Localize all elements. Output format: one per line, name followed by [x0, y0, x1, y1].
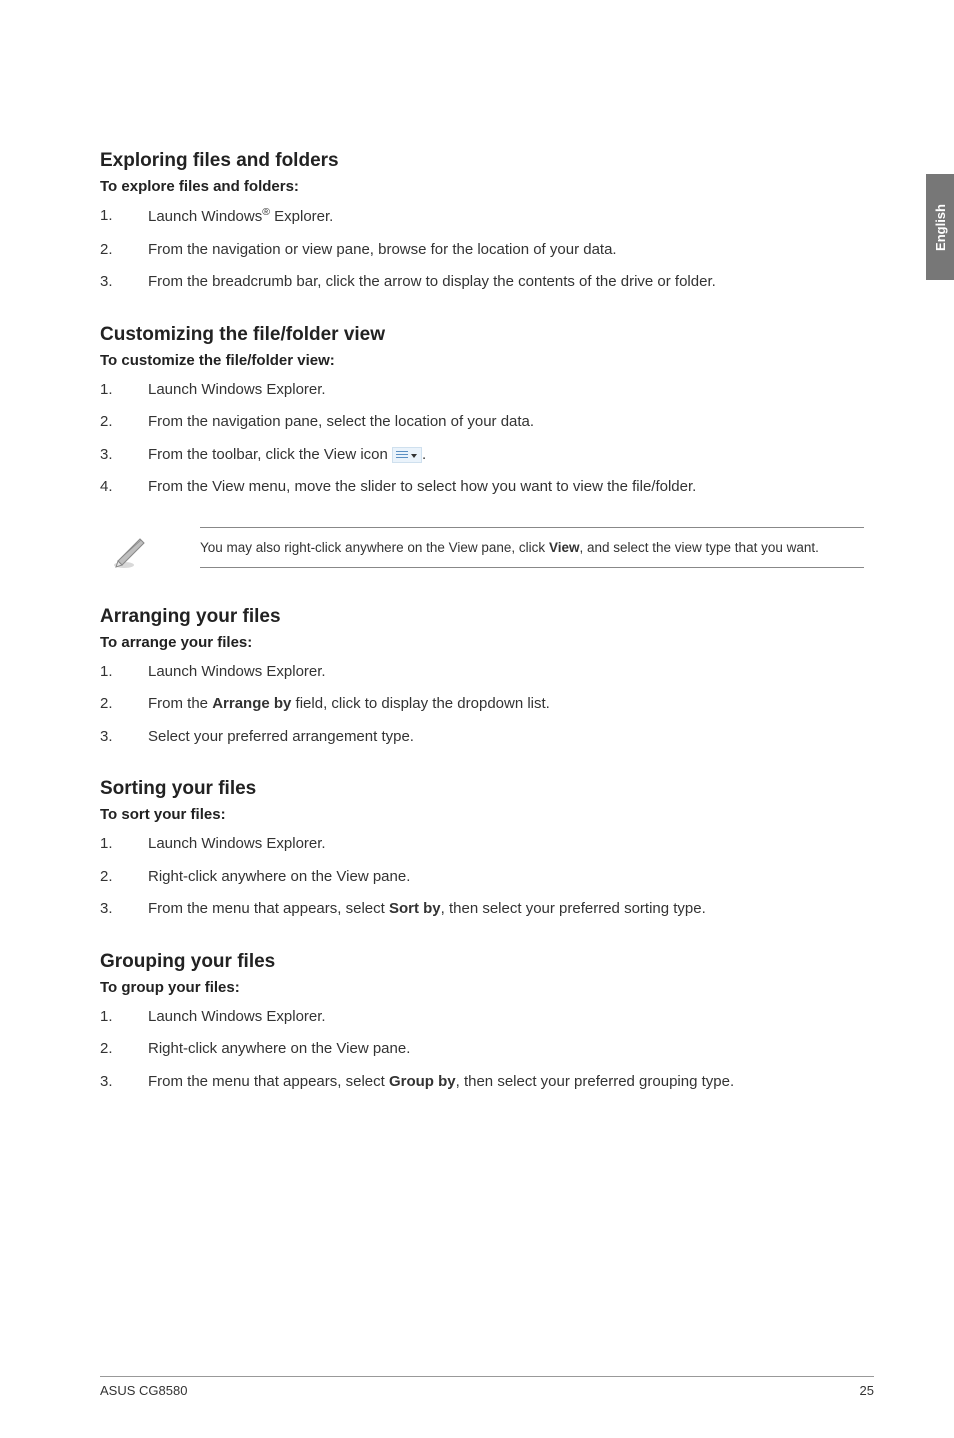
- section-heading-sorting: Sorting your files: [100, 778, 874, 800]
- step-item: 1. Launch Windows Explorer.: [100, 1006, 874, 1029]
- language-sidetab: English: [926, 174, 954, 280]
- section-subhead-arranging: To arrange your files:: [100, 634, 874, 651]
- step-number: 1.: [100, 661, 113, 684]
- step-text: Launch Windows® Explorer.: [148, 208, 333, 225]
- section-subhead-exploring: To explore files and folders:: [100, 178, 874, 195]
- step-item: 2. From the navigation pane, select the l…: [100, 411, 874, 434]
- step-text: From the View menu, move the slider to s…: [148, 478, 696, 495]
- step-item: 3. From the breadcrumb bar, click the arr…: [100, 271, 874, 294]
- step-number: 4.: [100, 476, 113, 499]
- step-item: 1. Launch Windows Explorer.: [100, 833, 874, 856]
- step-text: From the navigation or view pane, browse…: [148, 241, 617, 258]
- pencil-icon: [110, 531, 150, 576]
- section-heading-grouping: Grouping your files: [100, 951, 874, 973]
- footer-page-number: 25: [860, 1383, 874, 1398]
- step-item: 1. Launch Windows® Explorer.: [100, 205, 874, 229]
- step-item: 4. From the View menu, move the slider to…: [100, 476, 874, 499]
- step-text: From the menu that appears, select Sort …: [148, 900, 706, 917]
- step-number: 2.: [100, 411, 113, 434]
- step-item: 1. Launch Windows Explorer.: [100, 379, 874, 402]
- step-number: 2.: [100, 239, 113, 262]
- step-number: 3.: [100, 444, 113, 467]
- steps-sorting: 1. Launch Windows Explorer. 2. Right-click…: [100, 833, 874, 921]
- note-text: You may also right-click anywhere on the…: [200, 527, 864, 569]
- step-number: 2.: [100, 693, 113, 716]
- step-text: Launch Windows Explorer.: [148, 1008, 326, 1025]
- step-item: 2. From the navigation or view pane, brow…: [100, 239, 874, 262]
- step-number: 1.: [100, 379, 113, 402]
- step-text: Select your preferred arrangement type.: [148, 728, 414, 745]
- step-number: 1.: [100, 833, 113, 856]
- step-text: Launch Windows Explorer.: [148, 663, 326, 680]
- steps-exploring: 1. Launch Windows® Explorer. 2. From the n…: [100, 205, 874, 294]
- step-item: 3. From the menu that appears, select Gro…: [100, 1071, 874, 1094]
- step-item: 2. From the Arrange by field, click to di…: [100, 693, 874, 716]
- section-subhead-grouping: To group your files:: [100, 979, 874, 996]
- section-subhead-customizing: To customize the file/folder view:: [100, 352, 874, 369]
- step-text: From the navigation pane, select the loc…: [148, 413, 534, 430]
- step-text: Launch Windows Explorer.: [148, 835, 326, 852]
- step-number: 1.: [100, 1006, 113, 1029]
- step-number: 2.: [100, 1038, 113, 1061]
- step-text: From the Arrange by field, click to disp…: [148, 695, 550, 712]
- step-number: 3.: [100, 726, 113, 749]
- step-number: 3.: [100, 271, 113, 294]
- sidetab-label: English: [933, 204, 948, 251]
- step-number: 1.: [100, 205, 113, 228]
- section-subhead-sorting: To sort your files:: [100, 806, 874, 823]
- step-text: Launch Windows Explorer.: [148, 381, 326, 398]
- step-item: 3. From the toolbar, click the View icon …: [100, 444, 874, 467]
- step-item: 2. Right-click anywhere on the View pane.: [100, 866, 874, 889]
- step-item: 1. Launch Windows Explorer.: [100, 661, 874, 684]
- step-text: From the menu that appears, select Group…: [148, 1073, 734, 1090]
- step-text: Right-click anywhere on the View pane.: [148, 1040, 410, 1057]
- footer-left: ASUS CG8580: [100, 1383, 187, 1398]
- page-footer: ASUS CG8580 25: [100, 1376, 874, 1398]
- section-heading-arranging: Arranging your files: [100, 606, 874, 628]
- steps-arranging: 1. Launch Windows Explorer. 2. From the Ar…: [100, 661, 874, 749]
- step-text: Right-click anywhere on the View pane.: [148, 868, 410, 885]
- note-block: You may also right-click anywhere on the…: [100, 527, 874, 576]
- section-heading-customizing: Customizing the file/folder view: [100, 324, 874, 346]
- step-text: From the toolbar, click the View icon .: [148, 446, 426, 463]
- step-number: 3.: [100, 1071, 113, 1094]
- view-icon: [392, 447, 422, 463]
- section-heading-exploring: Exploring files and folders: [100, 150, 874, 172]
- step-item: 3. From the menu that appears, select Sor…: [100, 898, 874, 921]
- steps-customizing: 1. Launch Windows Explorer. 2. From the na…: [100, 379, 874, 499]
- step-item: 3. Select your preferred arrangement type…: [100, 726, 874, 749]
- step-number: 3.: [100, 898, 113, 921]
- step-text: From the breadcrumb bar, click the arrow…: [148, 273, 716, 290]
- steps-grouping: 1. Launch Windows Explorer. 2. Right-click…: [100, 1006, 874, 1094]
- step-number: 2.: [100, 866, 113, 889]
- step-item: 2. Right-click anywhere on the View pane.: [100, 1038, 874, 1061]
